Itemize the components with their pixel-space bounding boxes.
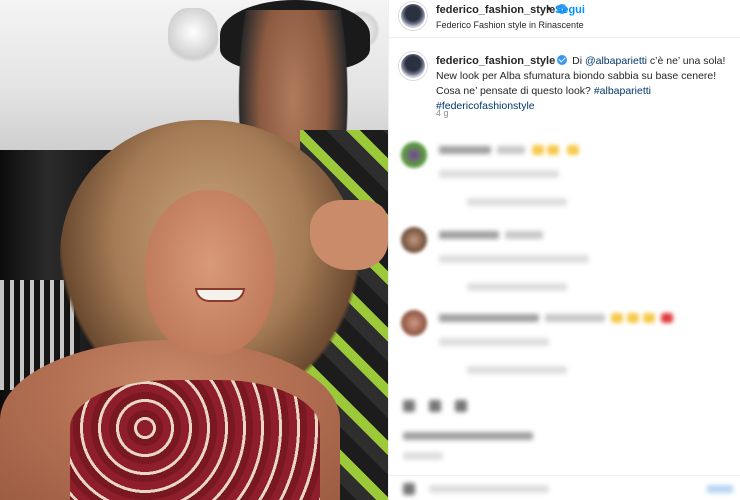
author-avatar[interactable] xyxy=(399,2,427,30)
photo-dress xyxy=(70,380,320,500)
emoji-icon xyxy=(627,313,639,323)
blurred-replies xyxy=(467,283,567,291)
blurred-likes xyxy=(403,432,533,440)
photo-hand xyxy=(310,200,388,270)
post-header: federico_fashion_style • Segui Federico … xyxy=(389,0,740,38)
blurred-meta xyxy=(439,338,549,346)
post-photo[interactable] xyxy=(0,0,388,500)
blurred-text xyxy=(545,314,605,322)
emoji-icon xyxy=(661,313,673,323)
caption-mention[interactable]: @albaparietti xyxy=(585,55,647,67)
emoji-icon xyxy=(611,313,623,323)
emoji-icon xyxy=(547,145,559,155)
post-side-panel: federico_fashion_style • Segui Federico … xyxy=(388,0,740,500)
post-time[interactable]: 4 g xyxy=(436,108,449,118)
caption-username-text[interactable]: federico_fashion_style xyxy=(436,55,555,67)
caption-text: federico_fashion_style Di @albaparietti … xyxy=(436,54,736,114)
caption-username[interactable]: federico_fashion_style xyxy=(436,55,568,67)
heart-icon[interactable] xyxy=(403,400,415,412)
comment-icon[interactable] xyxy=(429,400,441,412)
blurred-publish-button[interactable] xyxy=(707,485,733,493)
blurred-comment-input[interactable] xyxy=(429,485,549,493)
blurred-text xyxy=(497,146,525,154)
blurred-replies xyxy=(467,366,567,374)
comment-avatar-blurred xyxy=(401,142,427,168)
caption-avatar[interactable] xyxy=(399,52,427,80)
blurred-text xyxy=(505,231,543,239)
post-location[interactable]: Federico Fashion style in Rinascente xyxy=(436,20,584,30)
comment-avatar-blurred xyxy=(401,310,427,336)
separator-dot: • xyxy=(547,3,551,15)
blurred-meta xyxy=(439,255,589,263)
emoji-icon xyxy=(567,145,579,155)
photo-smile xyxy=(195,288,245,302)
photo-chandelier xyxy=(168,8,218,68)
blurred-username xyxy=(439,231,499,239)
blurred-username xyxy=(439,314,539,322)
caption-body-1: Di xyxy=(569,55,585,67)
emoji-icon xyxy=(643,313,655,323)
emoji-icon xyxy=(532,145,544,155)
blurred-meta xyxy=(439,170,559,178)
emoji-icon[interactable] xyxy=(403,483,415,495)
blurred-replies xyxy=(467,198,567,206)
blurred-username xyxy=(439,146,491,154)
comment-avatar-blurred xyxy=(401,227,427,253)
photo-woman-face xyxy=(145,190,275,355)
author-username-text[interactable]: federico_fashion_style xyxy=(436,4,555,16)
blurred-date xyxy=(403,452,443,460)
share-icon[interactable] xyxy=(455,400,467,412)
verified-icon xyxy=(557,55,568,65)
follow-button[interactable]: Segui xyxy=(555,4,585,16)
add-comment-bar[interactable] xyxy=(389,475,740,500)
